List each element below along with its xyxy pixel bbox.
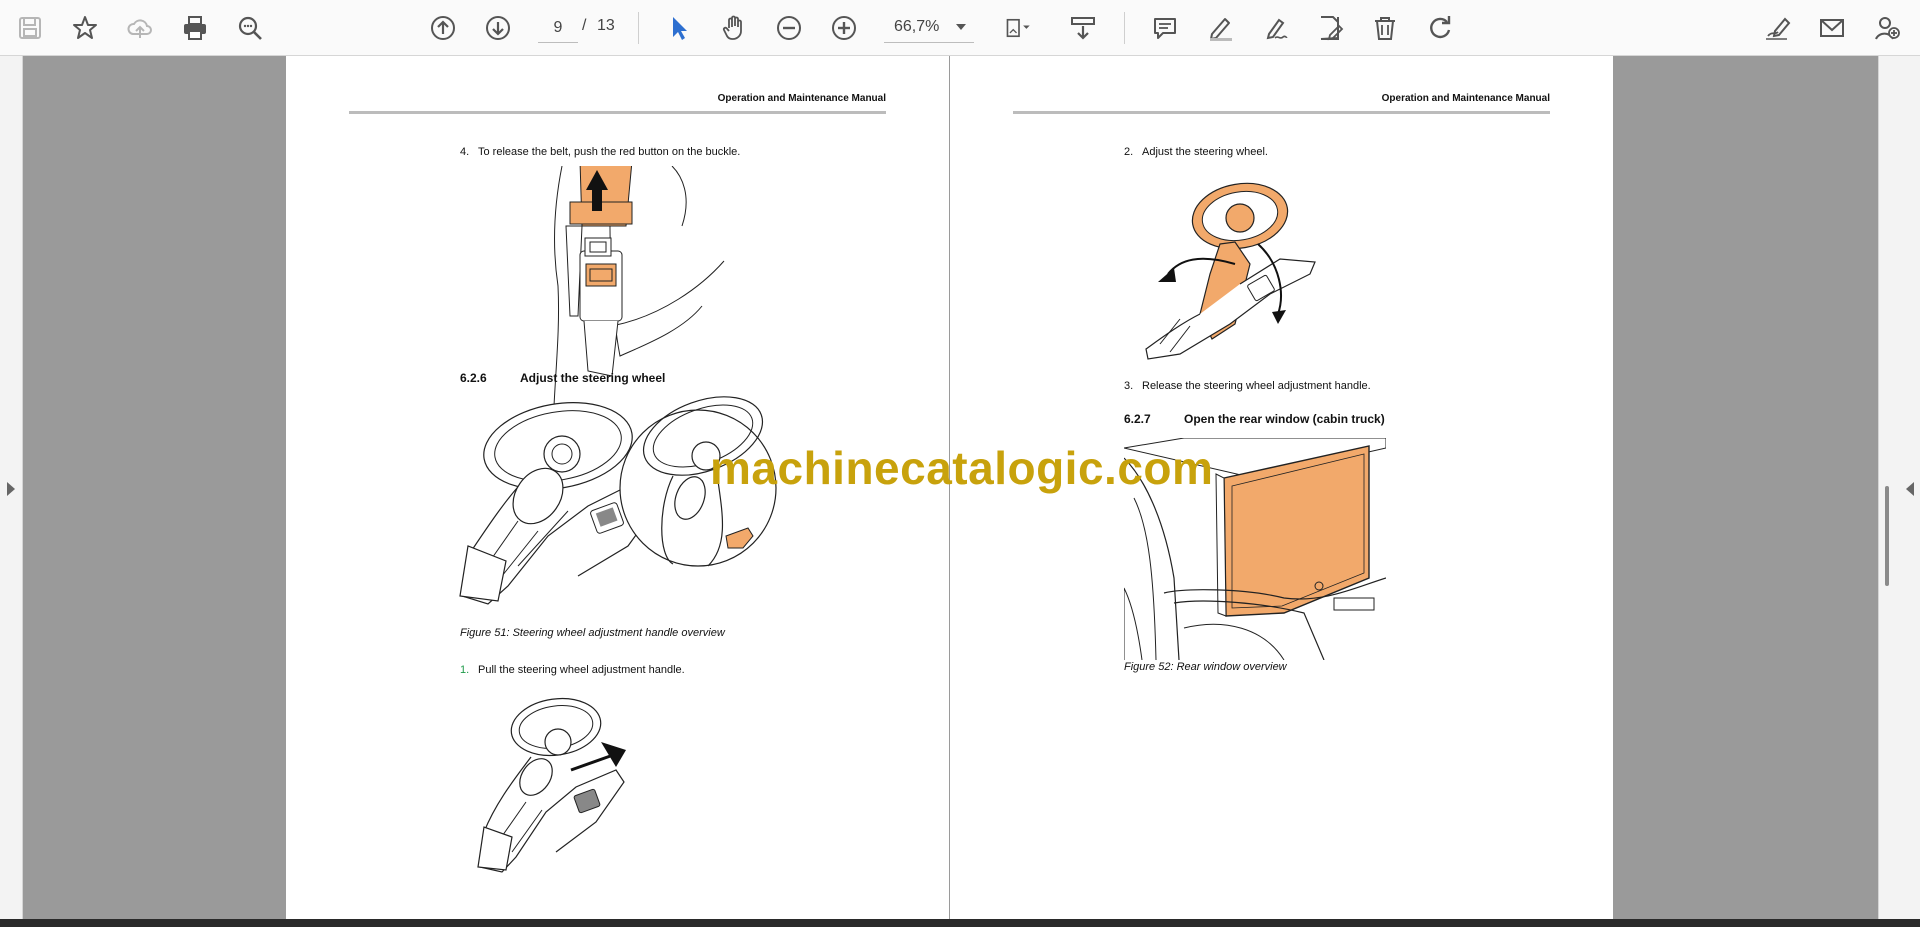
bottom-bar <box>0 919 1920 927</box>
step-4: 4. To release the belt, push the red butt… <box>460 146 740 158</box>
scrollbar[interactable] <box>1885 486 1889 586</box>
step-text: To release the belt, push the red button… <box>478 146 741 158</box>
highlight-pen-icon[interactable] <box>1200 8 1240 48</box>
hand-tool-icon[interactable] <box>714 8 754 48</box>
header-rule <box>1013 111 1550 114</box>
redo-icon[interactable] <box>1420 8 1460 48</box>
watermark: machinecatalogic.com <box>710 442 1214 494</box>
step-text: Pull the steering wheel adjustment handl… <box>478 664 685 676</box>
trash-icon[interactable] <box>1365 8 1405 48</box>
section-number: 6.2.6 <box>460 371 487 385</box>
expand-right-panel-icon[interactable] <box>1906 482 1914 496</box>
step-number: 4. <box>460 146 470 158</box>
step-3: 3. Release the steering wheel adjustment … <box>1124 380 1371 392</box>
cloud-upload-icon[interactable] <box>120 8 160 48</box>
save-icon[interactable] <box>10 8 50 48</box>
comment-icon[interactable] <box>1145 8 1185 48</box>
figure-52-caption: Figure 52: Rear window overview <box>1124 661 1287 673</box>
zoom-value: 66,7% <box>894 18 940 35</box>
find-zoom-icon[interactable] <box>230 8 270 48</box>
zoom-out-icon[interactable] <box>769 8 809 48</box>
page-separator: / <box>582 17 587 34</box>
add-user-icon[interactable] <box>1867 8 1907 48</box>
step-1: 1. Pull the steering wheel adjustment han… <box>460 664 685 676</box>
step-2: 2. Adjust the steering wheel. <box>1124 146 1268 158</box>
fill-sign-icon[interactable] <box>1757 8 1797 48</box>
steering-wheel-overview-illustration <box>459 396 777 605</box>
zoom-in-icon[interactable] <box>824 8 864 48</box>
adjust-steering-illustration <box>1145 182 1316 360</box>
page-header: Operation and Maintenance Manual <box>1381 93 1550 104</box>
edit-doc-icon[interactable] <box>1310 8 1350 48</box>
header-rule <box>349 111 886 114</box>
print-icon[interactable] <box>175 8 215 48</box>
page-number-input[interactable] <box>538 14 578 43</box>
chevron-down-icon <box>956 24 966 30</box>
page-header: Operation and Maintenance Manual <box>717 93 886 104</box>
mail-icon[interactable] <box>1812 8 1852 48</box>
scroll-mode-icon[interactable] <box>1063 8 1103 48</box>
step-text: Release the steering wheel adjustment ha… <box>1142 380 1371 392</box>
pull-handle-illustration <box>477 697 626 873</box>
previous-page-icon[interactable] <box>423 8 463 48</box>
step-number: 1. <box>460 664 470 676</box>
bookmark-star-icon[interactable] <box>65 8 105 48</box>
toolbar-divider <box>1124 12 1125 44</box>
step-text: Adjust the steering wheel. <box>1142 146 1268 158</box>
section-number: 6.2.7 <box>1124 412 1151 426</box>
page-fit-icon[interactable] <box>995 8 1043 48</box>
seatbelt-buckle-illustration <box>553 166 725 406</box>
select-cursor-icon[interactable] <box>659 8 699 48</box>
section-title: Adjust the steering wheel <box>520 371 666 385</box>
next-page-icon[interactable] <box>478 8 518 48</box>
section-heading: 6.2.7 Open the rear window (cabin truck) <box>1124 412 1385 426</box>
section-heading: 6.2.6 Adjust the steering wheel <box>460 371 665 385</box>
expand-left-panel-icon[interactable] <box>7 482 15 496</box>
section-title: Open the rear window (cabin truck) <box>1184 412 1385 426</box>
page-total: 13 <box>597 17 615 34</box>
step-number: 2. <box>1124 146 1134 158</box>
step-number: 3. <box>1124 380 1134 392</box>
toolbar: / 13 66,7% <box>0 0 1920 56</box>
zoom-select[interactable]: 66,7% <box>884 14 974 43</box>
sign-icon[interactable] <box>1255 8 1295 48</box>
figure-51-caption: Figure 51: Steering wheel adjustment han… <box>460 627 725 639</box>
toolbar-divider <box>638 12 639 44</box>
